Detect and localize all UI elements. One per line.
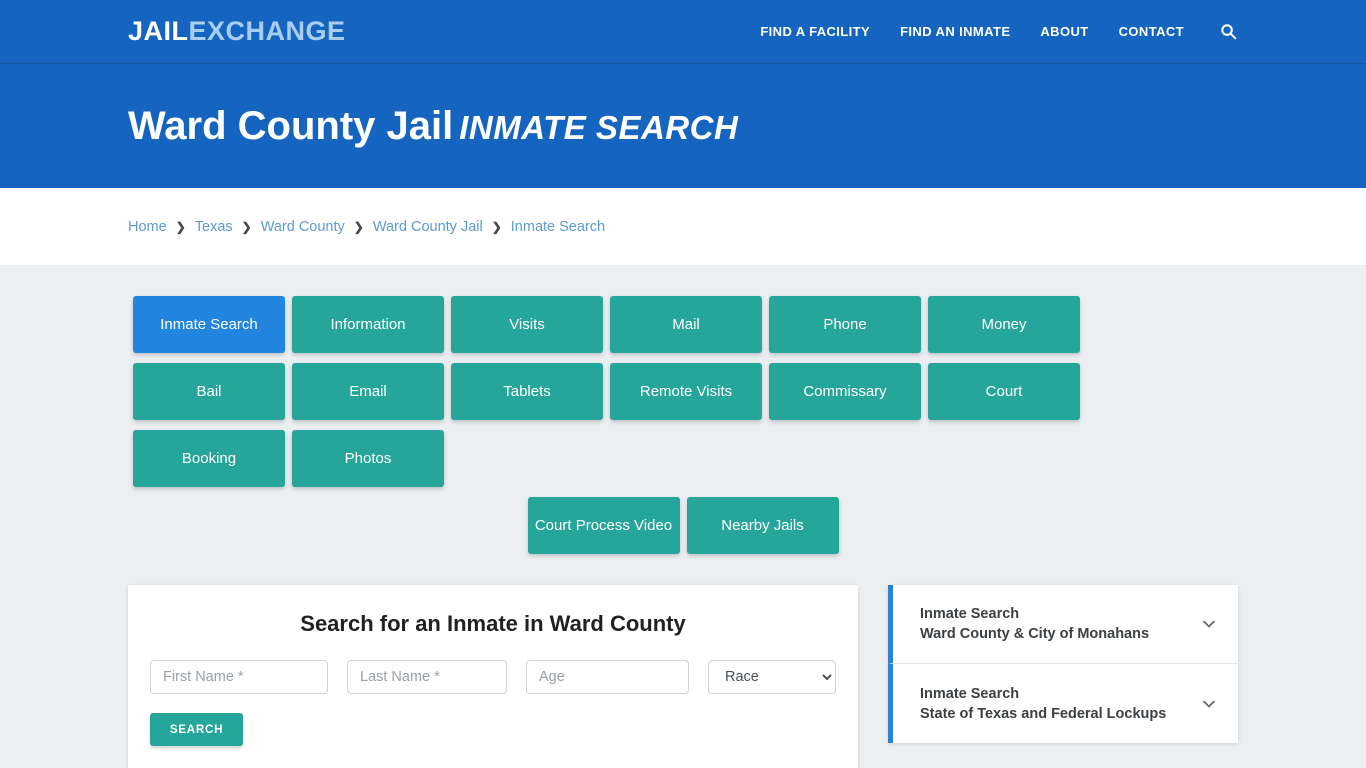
search-form-row: Race (140, 660, 846, 695)
tab-court[interactable]: Court (928, 363, 1080, 420)
chevron-right-icon: ❯ (241, 219, 252, 234)
nav-item-contact[interactable]: CONTACT (1119, 24, 1184, 39)
last-name-input[interactable] (347, 660, 507, 695)
logo-text-secondary: EXCHANGE (188, 16, 346, 46)
main-navigation: FIND A FACILITY FIND AN INMATE ABOUT CON… (760, 22, 1238, 42)
search-icon[interactable] (1218, 22, 1238, 42)
age-input[interactable] (526, 660, 689, 695)
main-content: Search for an Inmate in Ward County Race… (128, 585, 1238, 768)
tab-photos[interactable]: Photos (292, 430, 444, 487)
first-name-input[interactable] (150, 660, 328, 695)
tab-tablets[interactable]: Tablets (451, 363, 603, 420)
section-tab-grid-row3: Court Process Video Nearby Jails (133, 497, 1233, 554)
tab-commissary[interactable]: Commissary (769, 363, 921, 420)
accordion-item-line2: State of Texas and Federal Lockups (920, 705, 1167, 722)
tab-phone[interactable]: Phone (769, 296, 921, 353)
tab-booking[interactable]: Booking (133, 430, 285, 487)
tab-money[interactable]: Money (928, 296, 1080, 353)
accordion-item-label: Inmate Search State of Texas and Federal… (920, 684, 1198, 724)
search-card-heading: Search for an Inmate in Ward County (300, 611, 686, 636)
accordion-item-line1: Inmate Search (920, 685, 1020, 702)
page-title-sub: INMATE SEARCH (459, 109, 739, 146)
accordion-item-ward-county[interactable]: Inmate Search Ward County & City of Mona… (888, 585, 1238, 664)
chevron-right-icon: ❯ (175, 219, 186, 234)
breadcrumb-item-texas[interactable]: Texas (195, 219, 233, 235)
chevron-right-icon: ❯ (491, 219, 502, 234)
nav-item-find-a-facility[interactable]: FIND A FACILITY (760, 24, 870, 39)
breadcrumb-band: Home ❯ Texas ❯ Ward County ❯ Ward County… (0, 188, 1366, 265)
breadcrumb-item-inmate-search[interactable]: Inmate Search (511, 219, 605, 235)
tab-court-process-video[interactable]: Court Process Video (527, 497, 680, 554)
nav-item-find-an-inmate[interactable]: FIND AN INMATE (900, 24, 1010, 39)
accordion-item-state-of-texas[interactable]: Inmate Search State of Texas and Federal… (888, 664, 1238, 743)
breadcrumb-item-home[interactable]: Home (128, 219, 167, 235)
site-logo[interactable]: JAILEXCHANGE (128, 18, 346, 45)
tab-mail[interactable]: Mail (610, 296, 762, 353)
chevron-right-icon: ❯ (353, 219, 364, 234)
tab-remote-visits[interactable]: Remote Visits (610, 363, 762, 420)
inmate-search-card: Search for an Inmate in Ward County Race… (128, 585, 858, 768)
nav-item-about[interactable]: ABOUT (1040, 24, 1088, 39)
breadcrumb-item-ward-county[interactable]: Ward County (261, 219, 345, 235)
page-body: Inmate Search Information Visits Mail Ph… (0, 265, 1366, 768)
accordion-item-line1: Inmate Search (920, 606, 1020, 622)
logo-text-primary: JAIL (128, 16, 189, 46)
breadcrumb: Home ❯ Texas ❯ Ward County ❯ Ward County… (128, 219, 605, 235)
accordion-item-line2: Ward County & City of Monahans (920, 626, 1150, 642)
page-title: Ward County Jail INMATE SEARCH (128, 104, 738, 148)
tab-information[interactable]: Information (292, 296, 444, 353)
section-tab-grid: Inmate Search Information Visits Mail Ph… (133, 265, 1233, 487)
breadcrumb-item-ward-county-jail[interactable]: Ward County Jail (373, 219, 483, 235)
chevron-down-icon[interactable] (1198, 693, 1220, 715)
tab-bail[interactable]: Bail (133, 363, 285, 420)
left-column: Search for an Inmate in Ward County Race… (128, 585, 858, 768)
race-select[interactable]: Race (708, 660, 836, 695)
tab-email[interactable]: Email (292, 363, 444, 420)
tab-inmate-search[interactable]: Inmate Search (133, 296, 285, 353)
right-column: Inmate Search Ward County & City of Mona… (888, 585, 1238, 743)
accordion-item-label: Inmate Search Ward County & City of Mona… (920, 604, 1198, 644)
page-title-main: Ward County Jail (128, 104, 454, 148)
tab-nearby-jails[interactable]: Nearby Jails (686, 497, 839, 554)
top-navbar: JAILEXCHANGE FIND A FACILITY FIND AN INM… (0, 0, 1366, 64)
accordion: Inmate Search Ward County & City of Mona… (888, 585, 1238, 743)
tab-visits[interactable]: Visits (451, 296, 603, 353)
page-banner: Ward County Jail INMATE SEARCH (0, 64, 1366, 188)
chevron-down-icon[interactable] (1198, 613, 1220, 635)
search-button[interactable]: SEARCH (150, 713, 243, 747)
